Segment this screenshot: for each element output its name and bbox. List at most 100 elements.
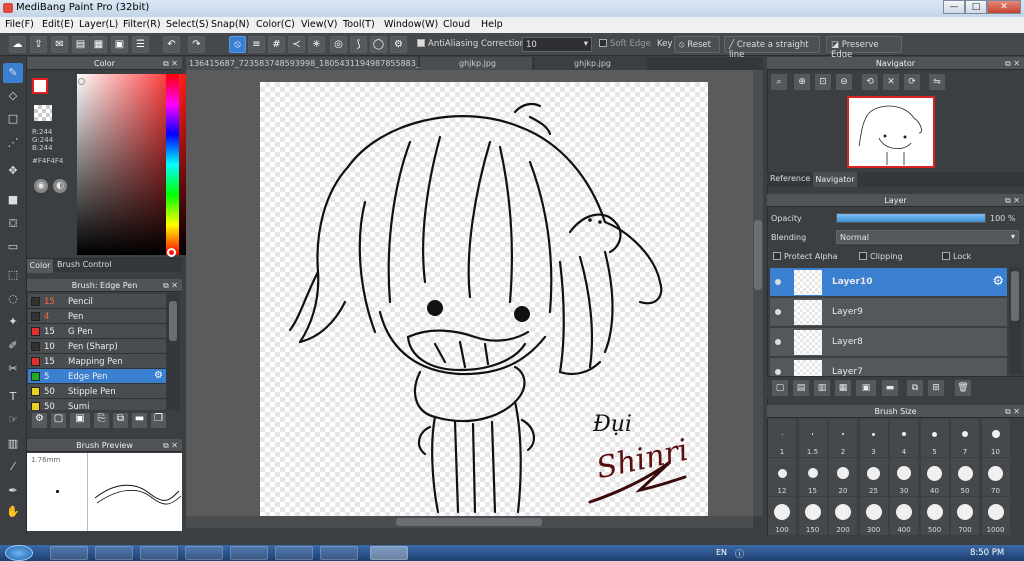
horizontal-scrollbar[interactable] [186,516,753,528]
close-button[interactable]: ✕ [987,0,1021,14]
eraser-tool-icon[interactable]: ◇ [3,86,23,106]
ellipse-snap-icon[interactable]: ◯ [370,36,387,53]
settings-snap-icon[interactable]: ⚙ [390,36,407,53]
brush-size-option[interactable]: 400 [890,497,918,535]
scrollbar-thumb[interactable] [169,301,177,341]
fit-window-icon[interactable]: ⊡ [815,74,831,90]
eye-icon[interactable] [775,369,781,375]
menu-select[interactable]: Select(S) [166,19,209,30]
menu-help[interactable]: Help [481,19,503,30]
brush-list-scrollbar[interactable] [166,293,180,410]
brush-item[interactable]: 15 Mapping Pen [28,354,166,369]
grid-icon[interactable]: ▣ [111,36,128,53]
lock-checkbox[interactable]: Lock [942,252,971,261]
panel-menu-icon[interactable]: ⧉ ✕ [163,439,178,452]
scrollbar-thumb[interactable] [396,518,542,526]
menu-color[interactable]: Color(C) [256,19,295,30]
protect-alpha-checkbox[interactable]: Protect Alpha [773,252,838,261]
brush-size-option[interactable]: 4 [890,419,918,457]
canvas-area[interactable]: Đụi Shinri [186,70,763,516]
menu-filter[interactable]: Filter(R) [123,19,161,30]
brush-item[interactable]: 4 Pen [28,309,166,324]
maximize-button[interactable]: □ [965,0,987,14]
new-layer-icon[interactable]: ▢ [772,380,788,396]
straight-line-button[interactable]: ╱ Create a straight line [724,36,820,60]
tab-document-1[interactable]: 136415687_723583748593998_18054311949878… [186,57,440,70]
brush-settings-icon[interactable]: ⎘ [94,413,109,428]
brush-size-option[interactable]: 3 [859,419,888,457]
transparent-color-swatch[interactable] [34,105,52,121]
foreground-color-swatch[interactable] [32,78,48,94]
brush-size-option[interactable]: 10 [981,419,1010,457]
menu-view[interactable]: View(V) [301,19,337,30]
brush-size-option[interactable]: 40 [920,458,949,496]
brush-size-option[interactable]: 15 [798,458,827,496]
ie-taskbar-icon[interactable] [50,546,88,560]
document-icon[interactable]: ▦ [90,36,107,53]
navigator-thumbnail[interactable] [847,96,935,168]
gear-icon[interactable]: ⚙ [154,370,163,381]
brush-size-option[interactable]: 200 [829,497,857,535]
save-icon[interactable]: ▤ [72,36,89,53]
menu-cloud[interactable]: Cloud [443,19,470,30]
clipping-checkbox[interactable]: Clipping [859,252,903,261]
brush-item[interactable]: 10 Pen (Sharp) [28,339,166,354]
soft-edge-checkbox[interactable]: Soft Edge [599,39,651,49]
tab-document-2[interactable]: ghjkp.jpg [420,57,532,70]
eye-icon[interactable] [775,309,781,315]
brush-item[interactable]: 5 Edge Pen ⚙ [28,369,166,384]
tab-brush-control[interactable]: Brush Control [57,260,112,269]
brush-size-option[interactable]: 50 [951,458,979,496]
color-wheel-icon[interactable]: ◐ [53,179,67,193]
undo-icon[interactable]: ↶ [163,36,180,53]
app2-taskbar-icon[interactable] [275,546,313,560]
move-tool-icon[interactable]: ✥ [3,161,23,181]
rotate-left-icon[interactable]: ⟲ [862,74,878,90]
brush-tool-icon[interactable]: ✎ [3,63,23,83]
palette-icon[interactable]: ◉ [34,179,48,193]
cloud-icon[interactable]: ☁ [9,36,26,53]
help-icon[interactable]: ⓘ [735,547,744,560]
list-icon[interactable]: ☰ [132,36,149,53]
rectangle-tool-icon[interactable]: □ [3,109,23,129]
vanish-snap-icon[interactable]: ≺ [288,36,305,53]
brush-size-option[interactable]: 1000 [981,497,1010,535]
brush-size-option[interactable]: 25 [859,458,888,496]
eye-icon[interactable] [775,339,781,345]
app-taskbar-icon[interactable] [140,546,178,560]
new-halftone-layer-icon[interactable]: ▤ [793,380,809,396]
layer-row[interactable]: Layer8 [770,328,1007,357]
brush-size-option[interactable]: 300 [859,497,888,535]
brush-size-option[interactable]: 1.5 [798,419,827,457]
minimize-button[interactable]: — [943,0,965,14]
tab-color[interactable]: Color [27,259,53,273]
panel-menu-icon[interactable]: ⧉ ✕ [1005,57,1020,70]
parallel-snap-icon[interactable]: ≡ [248,36,265,53]
new-8bit-layer-icon[interactable]: ▦ [835,380,851,396]
cross-snap-icon[interactable]: # [268,36,285,53]
add-brush-icon[interactable]: ▣ [70,413,90,428]
scrollbar-thumb[interactable] [1011,271,1019,321]
bucket-tool-icon[interactable]: ⛋ [3,214,23,234]
folder-icon[interactable]: ▬ [882,380,898,396]
duplicate-brush-icon[interactable]: ⧉ [113,413,128,428]
brush-size-option[interactable]: 12 [768,458,796,496]
comment-icon[interactable]: ✉ [51,36,68,53]
duplicate-layer-icon[interactable]: ⧉ [907,380,923,396]
merge-layer-icon[interactable]: ⊞ [928,380,944,396]
brush-item[interactable]: 15 G Pen [28,324,166,339]
circle-snap-icon[interactable]: ◎ [330,36,347,53]
brush-item[interactable]: 50 Stipple Pen [28,384,166,399]
share-icon[interactable]: ⇪ [30,36,47,53]
layer-row[interactable]: Layer10 ⚙ [770,268,1007,297]
tab-document-3[interactable]: ghjkp.jpg [535,57,647,70]
start-button[interactable] [5,545,33,561]
brush-item[interactable]: 15 Pencil [28,294,166,309]
operation-tool-icon[interactable]: ☞ [3,410,23,430]
pen-tool-icon[interactable]: ✒ [3,481,23,501]
eyedropper-tool-icon[interactable]: ⁄ [3,457,23,477]
folder-taskbar-icon[interactable] [320,546,358,560]
menu-snap[interactable]: Snap(N) [211,19,249,30]
lasso-tool-icon[interactable]: ◌ [3,289,23,309]
trash-icon[interactable]: 🗑 [955,380,971,396]
